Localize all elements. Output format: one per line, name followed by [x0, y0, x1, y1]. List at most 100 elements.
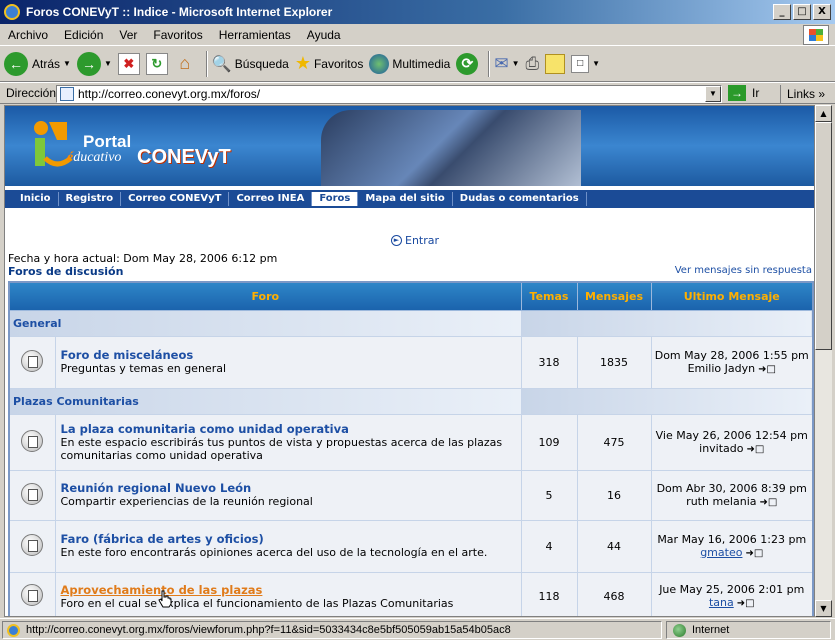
back-arrow-icon: ←: [4, 51, 28, 76]
forum-title-link[interactable]: Reunión regional Nuevo León: [61, 482, 516, 495]
nav-mapa[interactable]: Mapa del sitio: [358, 192, 453, 206]
forum-posts-count: 44: [576, 519, 652, 573]
zone-label: Internet: [692, 624, 730, 636]
forum-table-header: Foro Temas Mensajes Ultimo Mensaje: [8, 281, 814, 311]
category-plazas[interactable]: Plazas Comunitarias: [8, 387, 522, 415]
last-post-user: ruth melania: [686, 494, 757, 508]
note-icon: [545, 53, 566, 74]
stop-icon: ✖: [117, 52, 140, 75]
edit-button[interactable]: [545, 53, 566, 74]
menu-herramientas[interactable]: Herramientas: [211, 28, 299, 42]
view-latest-post-icon[interactable]: ➜□: [737, 597, 755, 610]
mail-icon: ✉: [494, 53, 509, 73]
last-post-date: Jue May 25, 2006 2:01 pm: [659, 583, 805, 597]
scroll-down-icon[interactable]: ▼: [815, 600, 832, 617]
category-row: Plazas Comunitarias: [8, 387, 814, 415]
nav-registro[interactable]: Registro: [59, 192, 122, 206]
view-latest-post-icon[interactable]: ➜□: [760, 496, 778, 509]
refresh-icon: ↻: [145, 52, 168, 75]
security-zone-panel: Internet: [666, 621, 831, 639]
back-dropdown-icon[interactable]: ▼: [63, 59, 71, 68]
nav-correo-inea[interactable]: Correo INEA: [229, 192, 313, 206]
close-button[interactable]: X: [813, 4, 831, 20]
media-label: Multimedia: [392, 56, 451, 71]
banner-photo: [321, 110, 581, 186]
links-chevron-icon: »: [818, 87, 826, 101]
mail-button[interactable]: ✉ ▼: [494, 54, 519, 74]
minimize-button[interactable]: _: [773, 4, 791, 20]
history-button[interactable]: ⟳: [456, 52, 479, 75]
forum-title-link[interactable]: La plaza comunitaria como unidad operati…: [61, 422, 516, 436]
address-input[interactable]: http://correo.conevyt.org.mx/foros/ ▼: [56, 85, 722, 103]
menu-ver[interactable]: Ver: [111, 28, 145, 42]
refresh-button[interactable]: ↻: [145, 52, 168, 75]
view-latest-post-icon[interactable]: ➜□: [747, 443, 765, 456]
messenger-dropdown-icon[interactable]: ▼: [592, 59, 600, 68]
forward-arrow-icon: →: [76, 51, 101, 76]
scroll-up-icon[interactable]: ▲: [815, 105, 832, 122]
links-button[interactable]: Links »: [780, 85, 825, 103]
forward-button[interactable]: → ▼: [76, 51, 112, 76]
forum-folder-icon: [21, 429, 44, 452]
nav-inicio[interactable]: Inicio: [13, 192, 59, 206]
media-button[interactable]: Multimedia: [369, 53, 451, 74]
menu-favoritos[interactable]: Favoritos: [145, 28, 210, 42]
window-title: Foros CONEVyT :: Indice - Microsoft Inte…: [26, 5, 333, 19]
go-button[interactable]: → Ir: [728, 85, 759, 101]
category-general[interactable]: General: [8, 309, 522, 337]
stop-button[interactable]: ✖: [117, 52, 140, 75]
address-label: Dirección: [6, 86, 57, 100]
unanswered-posts-link[interactable]: Ver mensajes sin respuesta: [675, 265, 812, 276]
media-globe-icon: [369, 53, 390, 74]
forward-dropdown-icon[interactable]: ▼: [104, 59, 112, 68]
hand-cursor-icon: [158, 590, 172, 608]
forum-title-link[interactable]: Faro (fábrica de artes y oficios): [61, 533, 516, 546]
menu-ayuda[interactable]: Ayuda: [299, 28, 349, 42]
forum-posts-count: 16: [576, 469, 652, 521]
header-mensajes: Mensajes: [576, 281, 652, 311]
last-post-user-link[interactable]: tana: [709, 596, 734, 609]
toolbar-separator: [205, 50, 208, 77]
menu-edicion[interactable]: Edición: [56, 28, 111, 42]
nav-foros[interactable]: Foros: [312, 192, 359, 206]
last-post-date: Vie May 26, 2006 12:54 pm: [655, 428, 808, 442]
maximize-button[interactable]: □: [793, 4, 811, 20]
ie-page-icon: [7, 623, 20, 637]
header-temas: Temas: [520, 281, 578, 311]
vertical-scrollbar[interactable]: ▲ ▼: [815, 105, 832, 617]
forum-posts-count: 1835: [576, 335, 652, 389]
forum-title-link[interactable]: Aprovechamiento de las plazas: [61, 583, 516, 597]
address-dropdown-icon[interactable]: ▼: [705, 86, 721, 102]
standard-toolbar: ← Atrás ▼ → ▼ ✖ ↻ ⌂ 🔍 Búsqueda ★ Favorit…: [0, 46, 835, 82]
window-controls: _ □ X: [773, 4, 831, 20]
scroll-thumb[interactable]: [815, 122, 832, 350]
forum-row: La plaza comunitaria como unidad operati…: [8, 413, 814, 471]
last-post-user-link[interactable]: gmateo: [700, 546, 742, 559]
forum-title-link[interactable]: Foro de misceláneos: [61, 349, 516, 362]
forum-topics-count: 118: [520, 571, 578, 616]
forum-description: Preguntas y temas en general: [60, 362, 227, 375]
search-label: Búsqueda: [234, 56, 289, 71]
nav-dudas[interactable]: Dudas o comentarios: [453, 192, 587, 206]
forums-index-link[interactable]: Foros de discusión: [8, 265, 123, 278]
go-label: Ir: [752, 86, 760, 100]
view-latest-post-icon[interactable]: ➜□: [758, 363, 776, 376]
last-post-user: invitado: [699, 441, 744, 455]
home-icon: ⌂: [179, 53, 191, 73]
home-button[interactable]: ⌂: [174, 53, 196, 75]
view-latest-post-icon[interactable]: ➜□: [745, 547, 763, 560]
login-label: Entrar: [405, 234, 440, 247]
messenger-button[interactable]: □ ▼: [571, 54, 600, 73]
search-button[interactable]: 🔍 Búsqueda: [212, 54, 289, 74]
print-button[interactable]: ⎙: [526, 54, 540, 74]
back-button[interactable]: ← Atrás ▼: [4, 51, 71, 76]
banner-portal-text: Portal: [83, 132, 132, 151]
forum-topics-count: 109: [520, 413, 578, 471]
forum-folder-cell: [8, 469, 56, 521]
favorites-button[interactable]: ★ Favoritos: [295, 53, 364, 74]
mail-dropdown-icon[interactable]: ▼: [512, 59, 520, 68]
menu-archivo[interactable]: Archivo: [0, 28, 56, 42]
login-link[interactable]: ► Entrar: [391, 234, 439, 247]
nav-correo-conevyt[interactable]: Correo CONEVyT: [121, 192, 230, 206]
status-url: http://correo.conevyt.org.mx/foros/viewf…: [26, 624, 511, 636]
